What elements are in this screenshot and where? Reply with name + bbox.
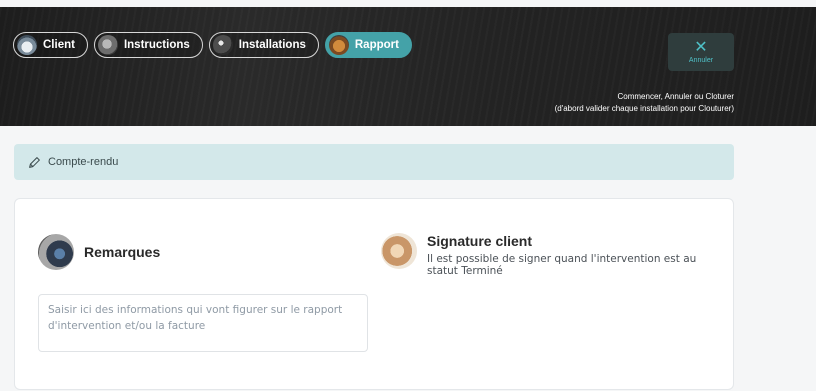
hint-line-2: (d'abord valider chaque installation pou… bbox=[554, 103, 734, 113]
status-hint: Commencer, Annuler ou Cloturer (d'abord … bbox=[555, 91, 734, 114]
tab-label: Installations bbox=[238, 39, 306, 51]
tab-installations[interactable]: Installations bbox=[208, 32, 319, 58]
rapport-photo-icon bbox=[328, 35, 349, 55]
remarks-header: Remarques bbox=[38, 234, 160, 270]
tab-label: Rapport bbox=[354, 39, 399, 51]
report-card: Remarques Saisir ici des informations qu… bbox=[14, 198, 734, 390]
instructions-photo-icon bbox=[97, 35, 118, 55]
signature-description: Il est possible de signer quand l'interv… bbox=[427, 253, 697, 277]
tab-label: Client bbox=[43, 39, 75, 51]
report-section-header[interactable]: Compte-rendu bbox=[14, 144, 734, 180]
remarks-textarea[interactable]: Saisir ici des informations qui vont fig… bbox=[38, 294, 368, 352]
signature-photo-icon bbox=[381, 233, 417, 269]
client-photo-icon bbox=[17, 35, 37, 55]
tab-client[interactable]: Client bbox=[13, 32, 88, 58]
header-bar: Client Instructions Installations Rappor… bbox=[0, 7, 816, 126]
report-label: Compte-rendu bbox=[48, 156, 119, 168]
hint-line-1: Commencer, Annuler ou Cloturer bbox=[617, 92, 735, 101]
tab-label: Instructions bbox=[123, 39, 190, 51]
tab-instructions[interactable]: Instructions bbox=[93, 32, 203, 58]
pencil-icon bbox=[29, 156, 40, 168]
tab-rapport[interactable]: Rapport bbox=[324, 32, 412, 58]
remarks-photo-icon bbox=[38, 234, 74, 270]
signature-title: Signature client bbox=[427, 233, 533, 249]
cancel-button[interactable]: ✕ Annuler bbox=[668, 33, 734, 71]
close-icon: ✕ bbox=[694, 38, 708, 56]
tab-bar: Client Instructions Installations Rappor… bbox=[13, 32, 412, 58]
cancel-label: Annuler bbox=[688, 56, 714, 64]
signature-text: Signature client Il est possible de sign… bbox=[427, 233, 727, 277]
installations-photo-icon bbox=[212, 35, 233, 55]
remarks-title: Remarques bbox=[84, 244, 161, 260]
signature-section: Signature client Il est possible de sign… bbox=[381, 233, 727, 277]
